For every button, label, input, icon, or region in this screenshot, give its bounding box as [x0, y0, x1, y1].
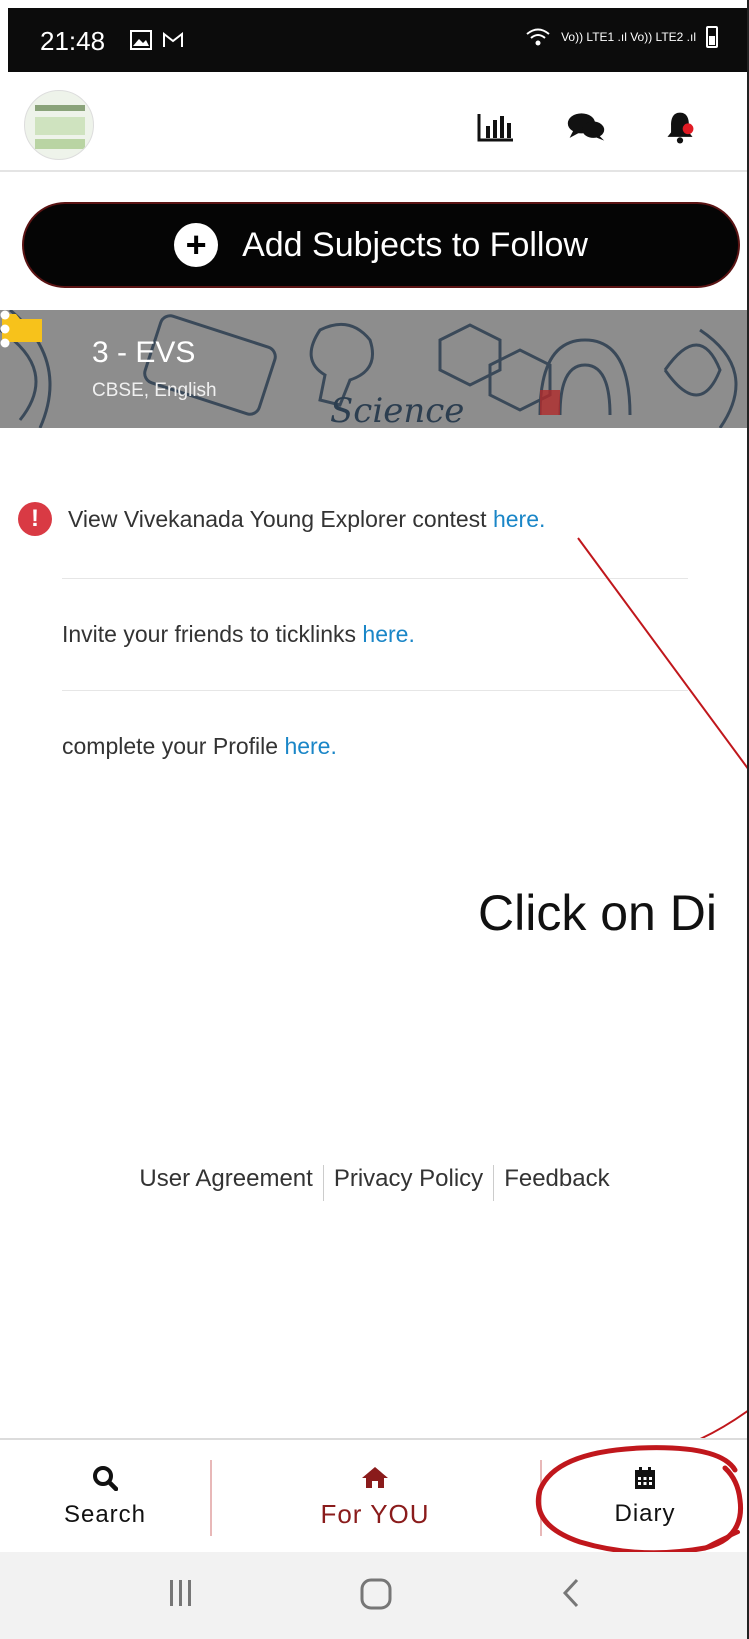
- annotation-arrow-line: [577, 537, 747, 1453]
- nav-for-you-label: For YOU: [320, 1498, 430, 1529]
- annotation-circle: [535, 1445, 744, 1556]
- user-agreement-link[interactable]: User Agreement: [129, 1165, 322, 1201]
- footer-links: User Agreement Privacy Policy Feedback: [0, 1165, 747, 1201]
- feedback-link[interactable]: Feedback: [494, 1165, 619, 1201]
- system-navigation-bar: [0, 1552, 747, 1639]
- nav-search-label: Search: [63, 1501, 147, 1528]
- home-button-icon[interactable]: [360, 1578, 392, 1610]
- recent-apps-icon[interactable]: [168, 1578, 194, 1608]
- nav-for-you[interactable]: For YOU: [300, 1440, 450, 1554]
- search-icon: [93, 1466, 118, 1491]
- phone-screen: 21:48 Vo)) LTE1 .ıl Vo)) LTE2 .ıl + Add …: [0, 0, 749, 1639]
- back-icon[interactable]: [562, 1578, 580, 1608]
- privacy-policy-link[interactable]: Privacy Policy: [324, 1165, 493, 1201]
- nav-search[interactable]: Search: [40, 1440, 170, 1554]
- nav-divider: [210, 1460, 212, 1536]
- home-icon: [362, 1466, 388, 1488]
